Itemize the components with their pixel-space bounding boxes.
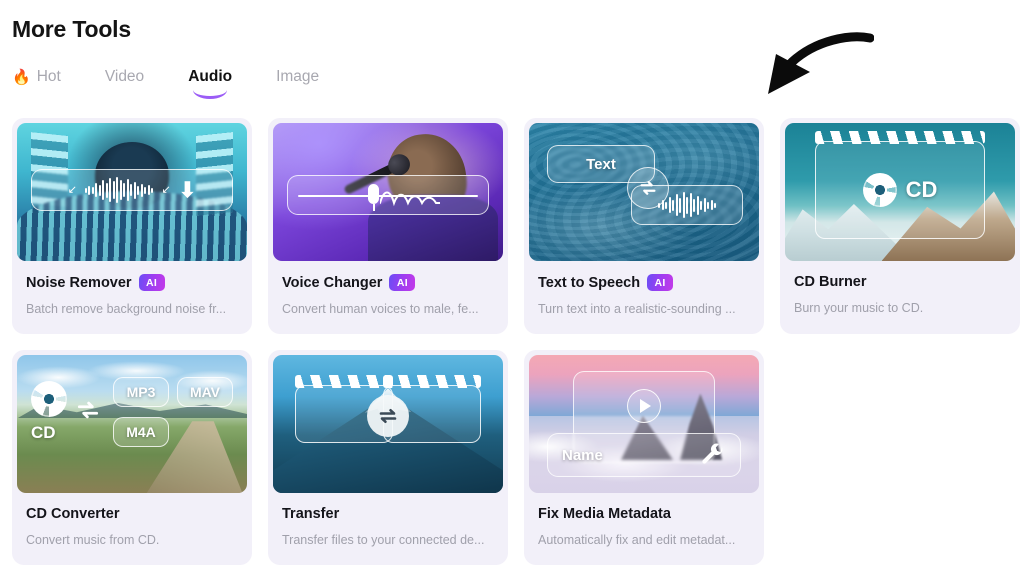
more-tools-page: More Tools 🔥 Hot Video Audio Image ↙ ↙ ⬇… [0,0,1024,576]
download-arrow-icon: ⬇ [178,178,197,202]
card-body-text-to-speech: Text to Speech AI Turn text into a reali… [524,261,764,334]
tool-card-fix-media-metadata[interactable]: Name Fix Media Metadata Automatically fi… [524,350,764,565]
card-title: Transfer [282,506,340,522]
tab-hot-label: Hot [36,68,61,85]
clapperboard-shape: CD [815,131,985,239]
thumbnail-noise-remover: ↙ ↙ ⬇ [17,123,247,261]
voice-wave-panel [287,175,489,215]
card-title-row: CD Burner [794,274,1006,290]
tab-hot[interactable]: 🔥 Hot [12,68,83,86]
tab-audio[interactable]: Audio [166,68,254,99]
tab-image-label: Image [276,68,320,85]
tab-image[interactable]: Image [254,68,341,86]
thumbnail-cd-burner: CD [785,123,1015,261]
tools-grid: ↙ ↙ ⬇ Noise Remover AI Batch remove back… [12,118,1024,576]
card-title: Voice Changer [282,274,383,291]
right-arrow-icon: ↙ [161,183,171,196]
tab-video-label: Video [104,68,145,85]
card-description: Convert human voices to male, fe... [282,302,479,316]
card-body-cd-burner: CD Burner Burn your music to CD. [780,261,1020,333]
card-title: CD Converter [26,506,120,522]
cd-disc-icon [862,173,897,207]
wrench-icon [702,443,723,464]
card-description: Transfer files to your connected de... [282,533,485,547]
refresh-arrows-icon [640,181,656,195]
thumbnail-voice-changer [273,123,503,261]
card-description: Turn text into a realistic-sounding ... [538,302,736,316]
tools-row-1: ↙ ↙ ⬇ Noise Remover AI Batch remove back… [12,118,1024,334]
tools-row-2: CD MP3 MAV M4A CD Converter Convert musi… [12,350,1024,565]
squiggle-wave-icon [380,191,440,206]
thumbnail-fix-media-metadata: Name [529,355,759,493]
cd-label: CD [31,423,56,442]
card-title: Noise Remover [26,274,132,291]
cd-label: CD [905,177,938,202]
card-title: CD Burner [794,274,867,290]
ai-badge: AI [647,274,674,291]
card-title: Fix Media Metadata [538,506,671,522]
waveform-icon [84,177,154,203]
card-title: Text to Speech [538,274,641,291]
thumbnail-cd-converter: CD MP3 MAV M4A [17,355,247,493]
name-field-label: Name [562,446,603,464]
text-pill-label: Text [586,155,616,173]
ai-badge: AI [389,274,416,291]
swap-convert-icon [77,401,99,419]
card-title-row: Transfer [282,506,494,522]
cd-disc-icon [31,381,67,417]
card-body-cd-converter: CD Converter Convert music from CD. [12,493,252,565]
tab-video[interactable]: Video [83,68,166,86]
card-title-row: Voice Changer AI [282,274,494,291]
format-chip-m4a: M4A [113,417,169,447]
card-description: Automatically fix and edit metadat... [538,533,736,547]
card-body-fix-media-metadata: Fix Media Metadata Automatically fix and… [524,493,764,565]
tool-card-cd-converter[interactable]: CD MP3 MAV M4A CD Converter Convert musi… [12,350,252,565]
card-body-transfer: Transfer Transfer files to your connecte… [268,493,508,565]
clapper-stripes-icon [295,375,393,388]
cd-burner-overlay-content: CD [816,142,984,238]
card-title-row: Fix Media Metadata [538,506,750,522]
name-field-bar: Name [547,433,741,477]
card-title-row: CD Converter [26,506,238,522]
tool-card-transfer[interactable]: Transfer Transfer files to your connecte… [268,350,508,565]
pointer-arrow-icon [768,32,874,94]
swap-convert-icon [627,167,669,209]
card-description: Convert music from CD. [26,533,160,547]
clapper-stripes-icon [383,375,481,388]
tool-card-text-to-speech[interactable]: Text Text to Speech AI Turn text into a … [524,118,764,334]
card-body-noise-remover: Noise Remover AI Batch remove background… [12,261,252,334]
card-title-row: Text to Speech AI [538,274,750,291]
card-title-row: Noise Remover AI [26,274,238,291]
tool-card-noise-remover[interactable]: ↙ ↙ ⬇ Noise Remover AI Batch remove back… [12,118,252,334]
page-title: More Tools [12,16,131,42]
mic-icon [368,183,379,204]
tool-card-voice-changer[interactable]: Voice Changer AI Convert human voices to… [268,118,508,334]
format-chip-mav: MAV [177,377,233,407]
two-way-arrows-icon [379,409,397,423]
ai-badge: AI [138,274,165,291]
thumbnail-text-to-speech: Text [529,123,759,261]
play-button-icon [627,389,661,423]
thumbnail-transfer [273,355,503,493]
card-description: Burn your music to CD. [794,301,924,315]
active-tab-underline [193,90,228,99]
noise-waveform-panel: ↙ ↙ ⬇ [31,169,233,211]
card-description: Batch remove background noise fr... [26,302,227,316]
card-body-voice-changer: Voice Changer AI Convert human voices to… [268,261,508,334]
tab-audio-label: Audio [188,68,233,85]
left-arrow-icon: ↙ [67,183,77,196]
format-chip-mp3: MP3 [113,377,169,407]
flame-icon: 🔥 [12,68,31,86]
transfer-arrows-icon [367,395,409,437]
tool-card-cd-burner[interactable]: CD CD Burner Burn your music to CD. [780,118,1020,334]
category-tabs: 🔥 Hot Video Audio Image [12,68,341,99]
